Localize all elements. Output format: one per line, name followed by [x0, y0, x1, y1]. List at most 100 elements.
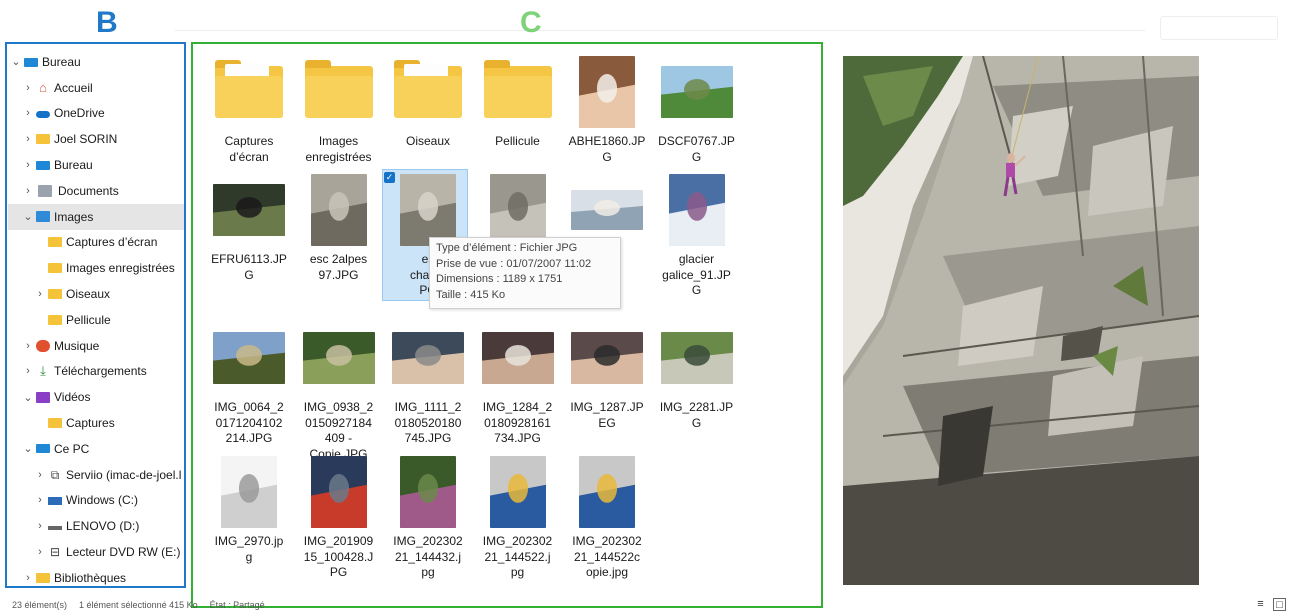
annotation-label-c: C [520, 6, 542, 39]
image-thumbnail [571, 56, 643, 128]
chevron-down-icon[interactable]: ⌄ [20, 210, 36, 223]
sidebar-item-label: Vidéos [54, 390, 91, 405]
sidebar-item-musique[interactable]: › Musique [8, 333, 184, 359]
file-item[interactable]: EFRU6113.JP G [205, 174, 293, 314]
desktop-icon [36, 161, 50, 171]
image-thumbnail [392, 174, 464, 246]
chevron-right-icon[interactable]: › [32, 469, 48, 481]
image-thumbnail [571, 322, 643, 394]
file-name: EFRU6113.JP G [211, 252, 287, 282]
folder-icon [48, 237, 62, 248]
file-item[interactable]: IMG_202302 21_144522.j pg [474, 456, 562, 596]
sidebar-item-serviio-imac-de-joel-l[interactable]: › ⧉ Serviio (imac-de-joel.l [8, 462, 184, 488]
sidebar-item-accueil[interactable]: › ⌂ Accueil [8, 75, 184, 101]
chevron-right-icon[interactable]: › [20, 82, 36, 94]
file-name: IMG_2970.jp g [214, 534, 284, 564]
chevron-right-icon[interactable]: › [20, 365, 36, 377]
file-name: IMG_1111_2 0180520180 745.JPG [394, 400, 462, 445]
chevron-right-icon[interactable]: › [20, 185, 36, 197]
folder-icon [213, 56, 285, 128]
sidebar-item-oiseaux[interactable]: › Oiseaux [8, 281, 184, 307]
file-name: esc 2alpes 97.JPG [309, 252, 368, 282]
file-item[interactable]: IMG_1287.JP EG [563, 322, 651, 462]
sidebar-item-label: Images [54, 209, 94, 224]
file-item[interactable]: IMG_202302 21_144522c opie.jpg [563, 456, 651, 596]
image-thumbnail [213, 456, 285, 528]
file-name: IMG_202302 21_144522.j pg [482, 534, 553, 579]
file-name: IMG_1287.JP EG [570, 400, 644, 430]
sidebar-item-biblioth-ques[interactable]: › Bibliothèques [8, 565, 184, 591]
file-item[interactable]: IMG_2281.JP G [653, 322, 741, 462]
file-item[interactable]: IMG_2970.jp g [205, 456, 293, 596]
folder-icon [392, 56, 464, 128]
file-item[interactable]: IMG_201909 15_100428.J PG [295, 456, 383, 596]
folder-icon [48, 418, 62, 429]
sidebar-item-documents[interactable]: › Documents [8, 178, 184, 204]
file-item[interactable]: IMG_202302 21_144432.j pg [384, 456, 472, 596]
file-item[interactable]: IMG_1111_2 0180520180 745.JPG [384, 322, 472, 462]
file-item[interactable]: IMG_0064_2 0171204102 214.JPG [205, 322, 293, 462]
file-name: Images enregistrées [305, 134, 372, 164]
chevron-right-icon[interactable]: › [20, 159, 36, 171]
sidebar-item-label: Images enregistrées [66, 261, 175, 276]
image-thumbnail [571, 456, 643, 528]
sidebar-item-label: Accueil [54, 80, 93, 95]
chevron-right-icon[interactable]: › [20, 133, 36, 145]
folder-icon [48, 263, 62, 274]
image-thumbnail [660, 322, 733, 394]
images-icon [36, 211, 50, 223]
image-thumbnail [213, 322, 285, 394]
sidebar-item-lenovo-d[interactable]: › LENOVO (D:) [8, 513, 184, 539]
sidebar-item-captures-d-cran[interactable]: Captures d’écran [8, 230, 184, 256]
folder-icon [482, 56, 554, 128]
sidebar-item-bureau[interactable]: › Bureau [8, 152, 184, 178]
file-name: glacier galice_91.JP G [662, 252, 731, 297]
item-count: 23 élément(s) [12, 600, 68, 610]
sidebar-item-label: Captures d’écran [66, 235, 158, 250]
chevron-down-icon[interactable]: ⌄ [20, 391, 36, 404]
pc-icon [36, 444, 50, 454]
details-view-icon[interactable]: ≡ [1254, 598, 1267, 611]
chevron-right-icon[interactable]: › [20, 572, 36, 584]
sidebar-item-pellicule[interactable]: Pellicule [8, 307, 184, 333]
file-item[interactable]: glacier galice_91.JP G [653, 174, 741, 314]
chevron-right-icon[interactable]: › [32, 546, 48, 558]
sidebar-item-vid-os[interactable]: ⌄ Vidéos [8, 384, 184, 410]
chevron-right-icon[interactable]: › [20, 107, 36, 119]
chevron-down-icon[interactable]: ⌄ [20, 442, 36, 455]
chevron-right-icon[interactable]: › [32, 494, 48, 506]
sidebar-item-label: Windows (C:) [66, 493, 139, 508]
file-name: IMG_201909 15_100428.J PG [303, 534, 374, 579]
file-item[interactable]: esc 2alpes 97.JPG [295, 174, 383, 314]
sidebar-item-joel-sorin[interactable]: › Joel SORIN [8, 126, 184, 152]
file-item[interactable]: IMG_1284_2 0180928161 734.JPG [474, 322, 562, 462]
cloud-icon [36, 111, 50, 119]
file-name: IMG_2281.JP G [659, 400, 734, 430]
large-icons-view-icon[interactable]: □ [1273, 598, 1286, 611]
chevron-right-icon[interactable]: › [32, 520, 48, 532]
image-thumbnail [392, 456, 464, 528]
chevron-down-icon[interactable]: ⌄ [8, 55, 24, 68]
sidebar-item-onedrive[interactable]: › OneDrive [8, 101, 184, 127]
sidebar-item-ce-pc[interactable]: ⌄ Ce PC [8, 436, 184, 462]
sidebar-item-bureau[interactable]: ⌄ Bureau [8, 49, 184, 75]
windows-drive-icon [48, 497, 62, 506]
library-icon [36, 572, 50, 583]
chevron-right-icon[interactable]: › [20, 340, 36, 352]
file-name: IMG_0064_2 0171204102 214.JPG [214, 400, 284, 445]
file-name: ABHE1860.JP G [568, 134, 646, 164]
address-bar-divider [175, 30, 1145, 31]
sidebar-item-images[interactable]: ⌄ Images [8, 203, 184, 230]
file-name: IMG_0938_2 0150927184 409 - Copie.JPG [303, 400, 374, 461]
sidebar-item-t-l-chargements[interactable]: › ⤓ Téléchargements [8, 359, 184, 385]
chevron-right-icon[interactable]: › [32, 288, 48, 300]
sidebar-item-captures[interactable]: Captures [8, 410, 184, 436]
file-item[interactable]: IMG_0938_2 0150927184 409 - Copie.JPG [295, 322, 383, 462]
file-info-tooltip: Type d’élément : Fichier JPG Prise de vu… [429, 237, 621, 309]
download-icon: ⤓ [40, 363, 46, 379]
search-box[interactable] [1160, 16, 1278, 40]
sidebar-item-images-enregistr-es[interactable]: Images enregistrées [8, 255, 184, 281]
dvd-icon: ⊟ [49, 545, 61, 560]
sidebar-item-windows-c[interactable]: › Windows (C:) [8, 488, 184, 514]
sidebar-item-lecteur-dvd-rw-e[interactable]: › ⊟ Lecteur DVD RW (E:) [8, 539, 184, 565]
